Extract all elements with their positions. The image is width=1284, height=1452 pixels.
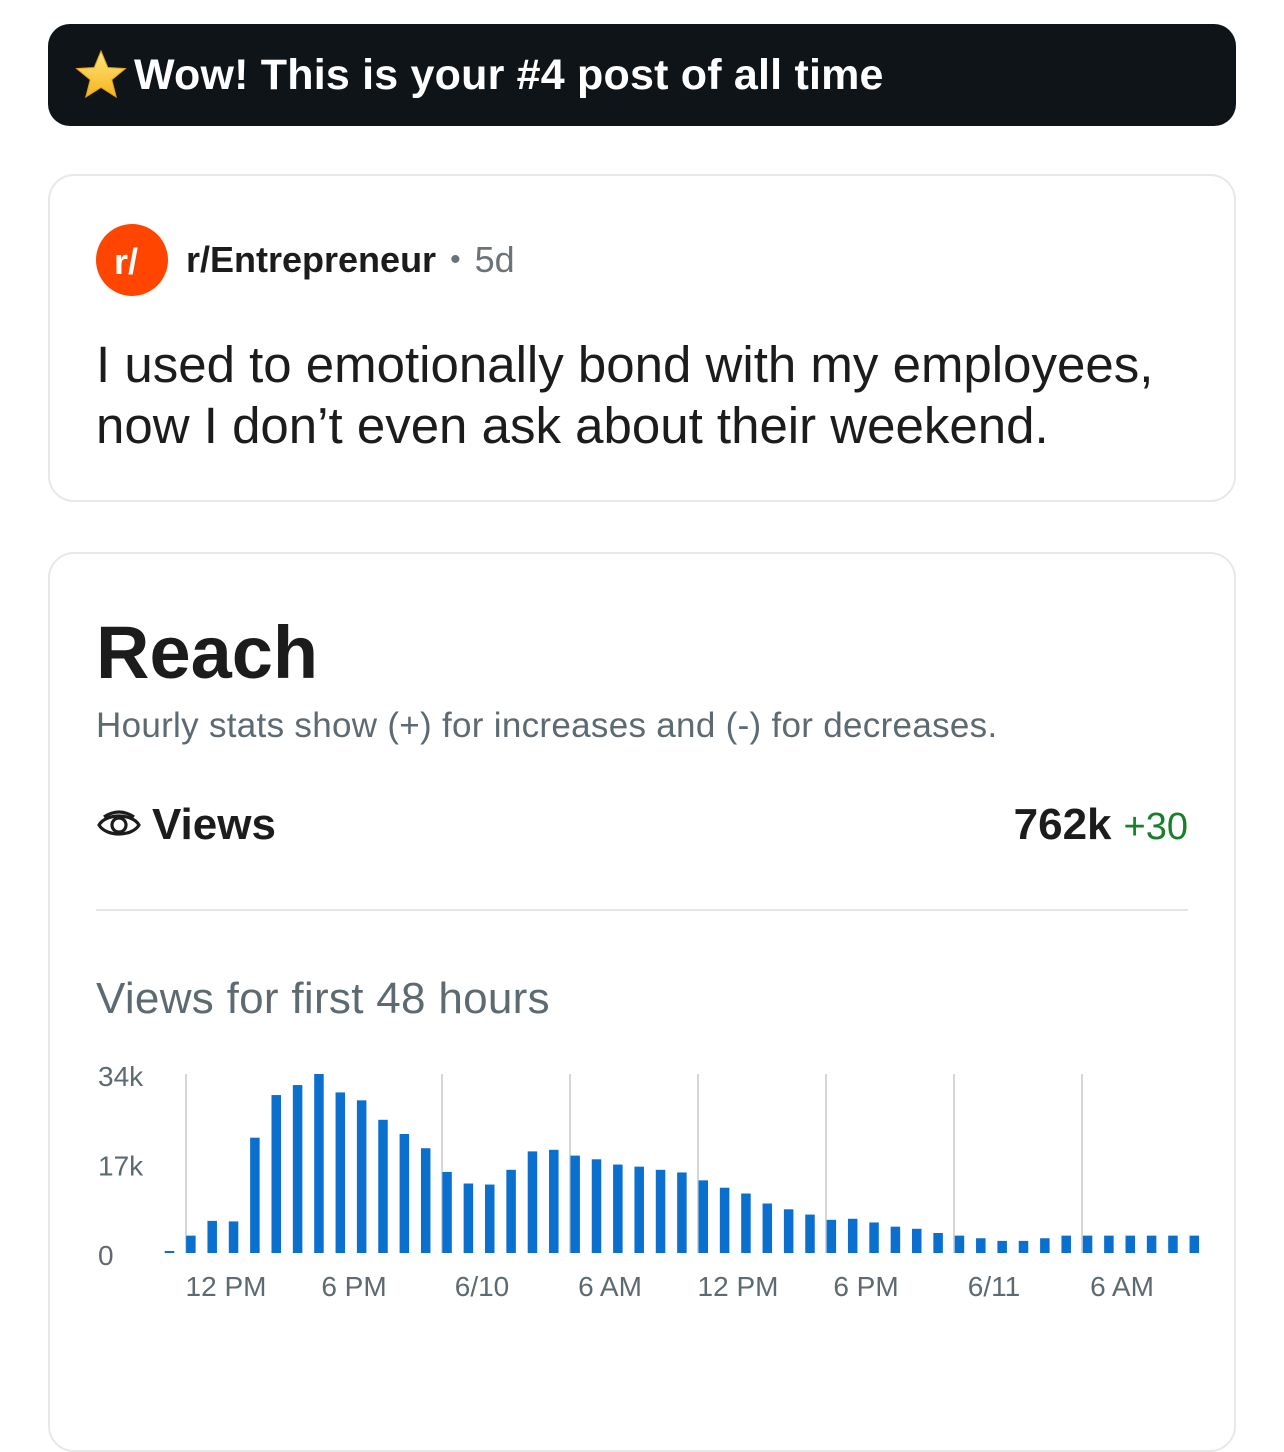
chart-bar bbox=[655, 1169, 666, 1253]
chart-bar bbox=[485, 1184, 495, 1253]
chart-bar bbox=[783, 1209, 794, 1253]
views-value-group: 762k +30 bbox=[1014, 800, 1188, 850]
chart-bar bbox=[1168, 1235, 1178, 1253]
top-post-banner: Wow! This is your #4 post of all time bbox=[48, 24, 1236, 126]
views-count: 762k bbox=[1013, 800, 1112, 849]
chart-title: Views for first 48 hours bbox=[96, 974, 550, 1023]
chart-bar bbox=[1125, 1235, 1135, 1253]
star-icon bbox=[75, 49, 127, 99]
chart-bar bbox=[677, 1172, 687, 1253]
chart-bar bbox=[741, 1193, 751, 1253]
views-row: Views 762k +30 bbox=[96, 800, 1188, 850]
chart-bar bbox=[869, 1222, 879, 1253]
chart-bar bbox=[314, 1074, 324, 1253]
chart-bar bbox=[271, 1095, 281, 1253]
chart-bar bbox=[527, 1151, 538, 1253]
chart-bar bbox=[228, 1221, 239, 1253]
chart-bar bbox=[719, 1187, 730, 1253]
chart-bar bbox=[1040, 1238, 1050, 1253]
chart-bar bbox=[549, 1149, 559, 1253]
banner-text: Wow! This is your #4 post of all time bbox=[134, 50, 884, 99]
chart-bar bbox=[634, 1166, 644, 1253]
x-tick-label: 12 PM bbox=[698, 1271, 779, 1302]
chart-bar bbox=[890, 1226, 901, 1253]
views-label: Views bbox=[152, 800, 276, 849]
chart-bar bbox=[762, 1203, 773, 1253]
chart-bar bbox=[805, 1214, 815, 1253]
y-tick-label: 0 bbox=[98, 1240, 114, 1271]
chart-bar bbox=[698, 1180, 708, 1253]
post-age: 5d bbox=[474, 239, 515, 280]
subreddit-name[interactable]: r/Entrepreneur bbox=[186, 239, 436, 281]
reach-card: Reach Hourly stats show (+) for increase… bbox=[48, 552, 1236, 1452]
chart-bar bbox=[506, 1169, 516, 1253]
chart-bar bbox=[292, 1085, 303, 1253]
chart-bar bbox=[250, 1137, 260, 1253]
chart-bar bbox=[933, 1232, 943, 1253]
chart-bar bbox=[442, 1171, 452, 1253]
chart-bar bbox=[1018, 1240, 1029, 1253]
chart-bar bbox=[570, 1155, 580, 1253]
chart-bar bbox=[613, 1164, 623, 1253]
chart-bar bbox=[207, 1220, 217, 1253]
chart-bar bbox=[1189, 1235, 1200, 1253]
x-tick-label: 6 PM bbox=[321, 1271, 386, 1302]
section-title: Reach bbox=[96, 611, 319, 694]
post-title[interactable]: I used to emotionally bond with my emplo… bbox=[96, 334, 1196, 456]
chart-bar bbox=[356, 1100, 367, 1253]
post-meta: r/ r/Entrepreneur • 5d bbox=[96, 224, 515, 296]
x-tick-label: 6/10 bbox=[455, 1271, 510, 1302]
chart-bar bbox=[186, 1235, 196, 1253]
chart-bar bbox=[1146, 1235, 1157, 1253]
chart-bar bbox=[912, 1228, 922, 1253]
post-card[interactable]: r/ r/Entrepreneur • 5d I used to emotion… bbox=[48, 174, 1236, 502]
chart-bar bbox=[420, 1148, 431, 1253]
chart-bar bbox=[1061, 1235, 1071, 1253]
eye-icon bbox=[97, 810, 141, 836]
views-label-group: Views bbox=[96, 800, 276, 850]
chart-bar bbox=[164, 1251, 175, 1253]
x-tick-label: 12 PM bbox=[186, 1271, 267, 1302]
meta-separator: • bbox=[450, 243, 461, 276]
svg-text:r/: r/ bbox=[114, 241, 138, 282]
chart-bar bbox=[335, 1092, 346, 1253]
chart-bar bbox=[997, 1240, 1007, 1253]
chart-bar bbox=[976, 1238, 986, 1253]
chart-bar bbox=[591, 1159, 602, 1253]
chart-bar bbox=[847, 1218, 858, 1253]
reddit-r-icon[interactable]: r/ bbox=[96, 224, 168, 296]
views-delta: +30 bbox=[1123, 806, 1188, 848]
divider bbox=[96, 909, 1188, 911]
y-tick-label: 34k bbox=[98, 1061, 144, 1092]
chart-bar bbox=[1082, 1235, 1093, 1253]
x-tick-label: 6/11 bbox=[968, 1271, 1020, 1302]
chart-bar bbox=[826, 1219, 837, 1253]
x-tick-label: 6 AM bbox=[578, 1271, 642, 1302]
y-tick-label: 17k bbox=[98, 1151, 144, 1182]
chart-bar bbox=[1104, 1235, 1114, 1253]
chart-bar bbox=[463, 1183, 474, 1253]
x-tick-label: 6 PM bbox=[833, 1271, 898, 1302]
chart-bar bbox=[954, 1235, 965, 1253]
views-bar-chart: 0 17k 34k 12 PM 6 PM 6/10 6 AM 12 PM 6 PM 6/11 6 A… bbox=[98, 1061, 1200, 1302]
chart-bar bbox=[399, 1134, 410, 1253]
section-subtitle: Hourly stats show (+) for increases and … bbox=[96, 706, 998, 745]
x-tick-label: 6 AM bbox=[1090, 1271, 1154, 1302]
chart-bar bbox=[378, 1119, 388, 1253]
